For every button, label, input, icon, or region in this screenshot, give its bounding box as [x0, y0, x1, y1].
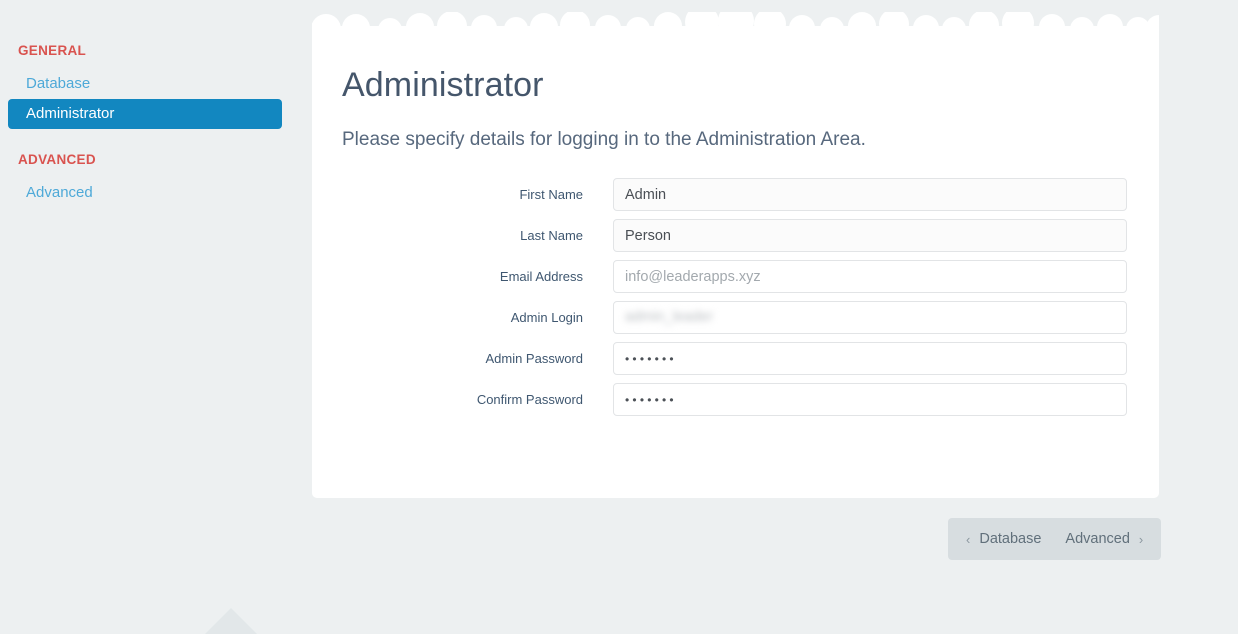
label-admin-password: Admin Password [485, 350, 584, 366]
form-row-email-address: Email Address [342, 260, 1127, 293]
sidebar-group-title-advanced: ADVANCED [18, 152, 96, 167]
confirm-password-input[interactable] [613, 383, 1127, 416]
cloud-scallop-decoration [312, 12, 1159, 35]
bottom-arrow-decoration [205, 608, 257, 634]
page-title: Administrator [342, 66, 544, 104]
sidebar-group-title-general: GENERAL [18, 43, 87, 58]
last-name-input[interactable] [613, 219, 1127, 252]
chevron-right-icon: › [1138, 531, 1144, 547]
next-step-label: Advanced [1065, 531, 1130, 547]
sidebar-item-label: Administrator [26, 105, 115, 122]
admin-password-input[interactable] [613, 342, 1127, 375]
sidebar-item-label: Database [26, 75, 91, 92]
wizard-navigation: ‹ Database Advanced › [948, 518, 1162, 560]
admin-login-input[interactable] [613, 301, 1127, 334]
form-row-last-name: Last Name [342, 219, 1127, 252]
sidebar-item-label: Advanced [26, 184, 93, 201]
sidebar-item-database[interactable]: Database [8, 69, 282, 99]
label-email-address: Email Address [499, 268, 584, 284]
first-name-input[interactable] [613, 178, 1127, 211]
sidebar-item-advanced[interactable]: Advanced [8, 178, 282, 208]
administrator-form: First Name Last Name Email Address Admin… [342, 178, 1127, 416]
email-address-input[interactable] [613, 260, 1127, 293]
previous-step-button[interactable]: ‹ Database [954, 518, 1053, 560]
sidebar-item-administrator[interactable]: Administrator [8, 99, 282, 129]
form-row-confirm-password: Confirm Password [342, 383, 1127, 416]
sidebar: GENERAL Database Administrator ADVANCED … [0, 0, 290, 625]
label-admin-login: Admin Login [510, 309, 584, 325]
page-subtitle: Please specify details for logging in to… [342, 129, 866, 150]
label-confirm-password: Confirm Password [476, 391, 584, 407]
form-row-first-name: First Name [342, 178, 1127, 211]
admin-login-field: admin_leader [613, 301, 1127, 334]
form-row-admin-password: Admin Password [342, 342, 1127, 375]
form-row-admin-login: Admin Login admin_leader [342, 301, 1127, 334]
next-step-button[interactable]: Advanced › [1053, 518, 1155, 560]
content-card: Administrator Please specify details for… [312, 12, 1159, 498]
chevron-left-icon: ‹ [966, 531, 971, 547]
previous-step-label: Database [979, 531, 1042, 547]
label-last-name: Last Name [520, 227, 584, 243]
label-first-name: First Name [519, 186, 584, 202]
